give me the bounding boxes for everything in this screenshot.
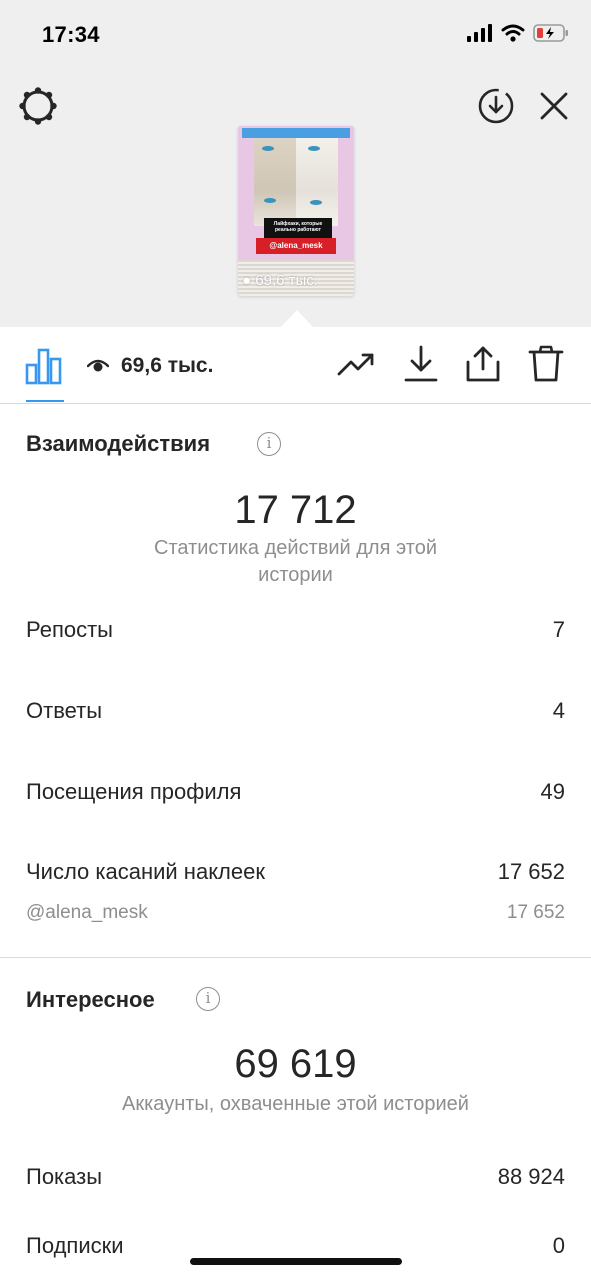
interactions-total: 17 712	[234, 488, 357, 532]
stat-row-replies: Ответы 4	[26, 698, 565, 724]
close-button[interactable]	[534, 88, 574, 128]
story-mention-sticker: @alena_mesk	[256, 238, 336, 254]
trend-icon	[336, 344, 376, 389]
story-photo-detail	[310, 200, 322, 205]
active-tab-indicator	[26, 400, 64, 402]
status-icons	[467, 24, 569, 47]
stat-value: 17 652	[506, 902, 565, 923]
share-button[interactable]	[463, 346, 503, 386]
stat-label: Подписки	[26, 1233, 124, 1258]
save-story-button[interactable]	[476, 88, 516, 128]
download-circle-icon	[476, 86, 516, 131]
stat-row-profile-visits: Посещения профиля 49	[26, 779, 565, 805]
stat-row-follows: Подписки 0	[26, 1233, 565, 1259]
story-photo-detail	[262, 146, 274, 151]
stat-value: 49	[540, 779, 565, 804]
share-icon	[463, 344, 503, 389]
download-icon	[401, 344, 441, 389]
discovery-title: Интересное	[26, 987, 155, 1012]
story-views-overlay: ● 69,6 тыс.	[242, 272, 318, 289]
status-time: 17:34	[42, 22, 100, 47]
stat-value: 4	[552, 698, 565, 723]
stat-value: 17 652	[497, 859, 565, 884]
story-thumbnail[interactable]: Лайфхаки, которые реально работают @alen…	[238, 126, 354, 296]
insights-icon	[24, 348, 64, 391]
discovery-caption: Аккаунты, охваченные этой историей	[122, 1093, 469, 1115]
stat-row-sticker-taps: Число касаний наклеек 17 652	[26, 859, 565, 885]
delete-button[interactable]	[526, 344, 566, 389]
stat-row-reposts: Репосты 7	[26, 617, 565, 643]
status-bar: 17:34	[0, 0, 591, 72]
views-count[interactable]: 69,6 тыс.	[121, 354, 213, 378]
stat-label: Репосты	[26, 617, 113, 642]
stat-label: Посещения профиля	[26, 779, 242, 804]
battery-low-icon	[533, 24, 569, 47]
stat-label: Показы	[26, 1164, 103, 1189]
interactions-caption: Статистика действий для этой истории	[154, 537, 437, 586]
close-icon	[538, 90, 570, 127]
story-thumbnail-banner	[242, 128, 350, 138]
story-toolbar: 69,6 тыс.	[0, 327, 591, 404]
stat-value: 7	[552, 617, 565, 642]
interactions-title: Взаимодействия	[26, 431, 211, 456]
stat-label: @alena_mesk	[26, 902, 148, 923]
download-button[interactable]	[401, 344, 441, 389]
section-divider	[0, 957, 591, 958]
signal-icon	[467, 24, 493, 47]
story-photo-before	[254, 138, 296, 226]
discovery-total: 69 619	[234, 1042, 357, 1086]
stat-label: Ответы	[26, 698, 103, 723]
settings-button[interactable]	[18, 86, 58, 131]
stat-label: Число касаний наклеек	[26, 859, 265, 884]
info-icon[interactable]: i	[257, 432, 281, 456]
stat-value: 88 924	[497, 1164, 565, 1189]
story-views-count: 69,6 тыс.	[255, 272, 318, 289]
story-photo-detail	[264, 198, 276, 203]
trash-icon	[526, 344, 566, 389]
promote-button[interactable]	[336, 346, 376, 386]
story-photo-after	[296, 138, 338, 226]
story-caption: Лайфхаки, которые реально работают	[264, 218, 332, 238]
preview-pointer	[281, 310, 313, 327]
info-icon[interactable]: i	[196, 987, 220, 1011]
eye-icon	[86, 355, 110, 375]
home-indicator[interactable]	[190, 1258, 402, 1265]
stat-value: 0	[552, 1233, 565, 1258]
story-photo-detail	[308, 146, 320, 151]
insights-tab[interactable]	[24, 347, 64, 387]
wifi-icon	[501, 24, 525, 47]
stat-row-impressions: Показы 88 924	[26, 1164, 565, 1190]
stat-row-mention-sticker: @alena_mesk 17 652	[26, 902, 565, 924]
gear-icon	[18, 86, 58, 131]
